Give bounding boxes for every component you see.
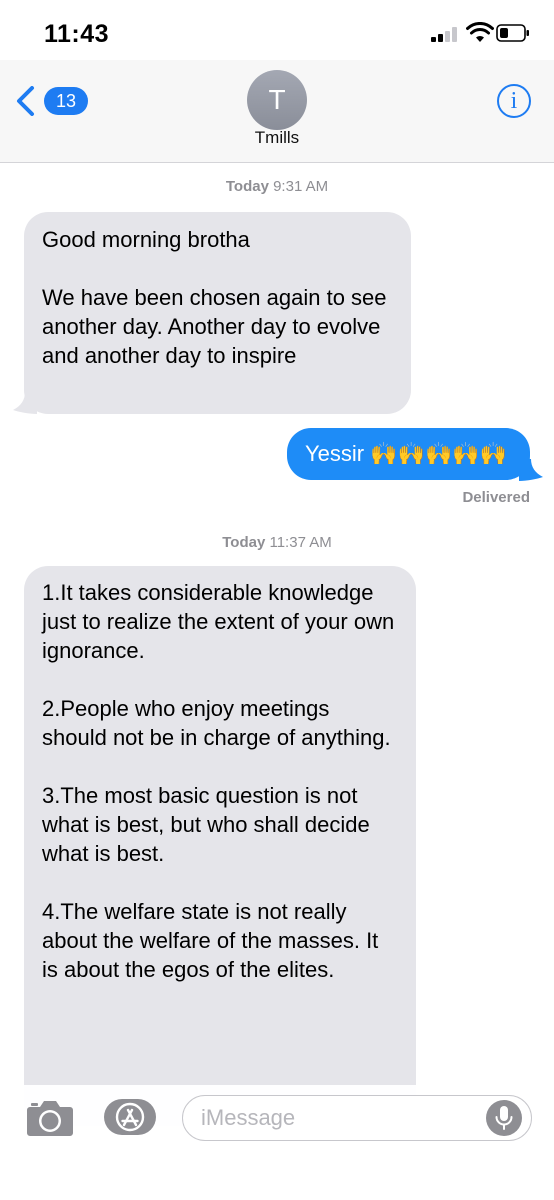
bubble-tail: [13, 392, 37, 414]
app-store-button[interactable]: [104, 1099, 156, 1135]
timestamp-time: 9:31 AM: [273, 178, 329, 195]
incoming-message-bubble[interactable]: Good morning brotha We have been chosen …: [24, 212, 411, 414]
status-bar: 11:43: [0, 0, 554, 60]
timestamp-time: 11:37 AM: [269, 534, 332, 551]
camera-icon[interactable]: [26, 1097, 74, 1137]
contact-name[interactable]: Tmills: [177, 128, 377, 148]
message-input-bar: [0, 1085, 554, 1200]
conversation-header: 13 T Tmills i: [0, 60, 554, 163]
message-input[interactable]: [182, 1095, 532, 1141]
status-time: 11:43: [44, 20, 110, 48]
incoming-message-bubble[interactable]: 1.It takes considerable knowledge just t…: [24, 566, 416, 1126]
chevron-left-icon: [17, 86, 34, 116]
contact-avatar[interactable]: T: [247, 70, 307, 130]
microphone-icon: [495, 1106, 513, 1130]
timestamp-day: Today: [222, 534, 266, 551]
back-button[interactable]: 13: [14, 80, 88, 120]
message-timestamp: Today 9:31 AM: [0, 178, 554, 195]
unread-count-badge: 13: [44, 87, 88, 115]
microphone-button[interactable]: [486, 1100, 522, 1136]
battery-icon: [496, 24, 529, 42]
timestamp-day: Today: [225, 178, 269, 195]
cellular-signal-icon: [431, 26, 461, 42]
message-timestamp: Today 11:37 AM: [0, 534, 554, 551]
outgoing-message-bubble[interactable]: Yessir 🙌🙌🙌🙌🙌: [287, 428, 530, 480]
app-store-icon: [115, 1102, 145, 1132]
delivered-status: Delivered: [462, 489, 530, 506]
info-icon[interactable]: i: [497, 84, 531, 118]
bubble-tail: [519, 459, 543, 481]
wifi-icon: [466, 22, 494, 42]
